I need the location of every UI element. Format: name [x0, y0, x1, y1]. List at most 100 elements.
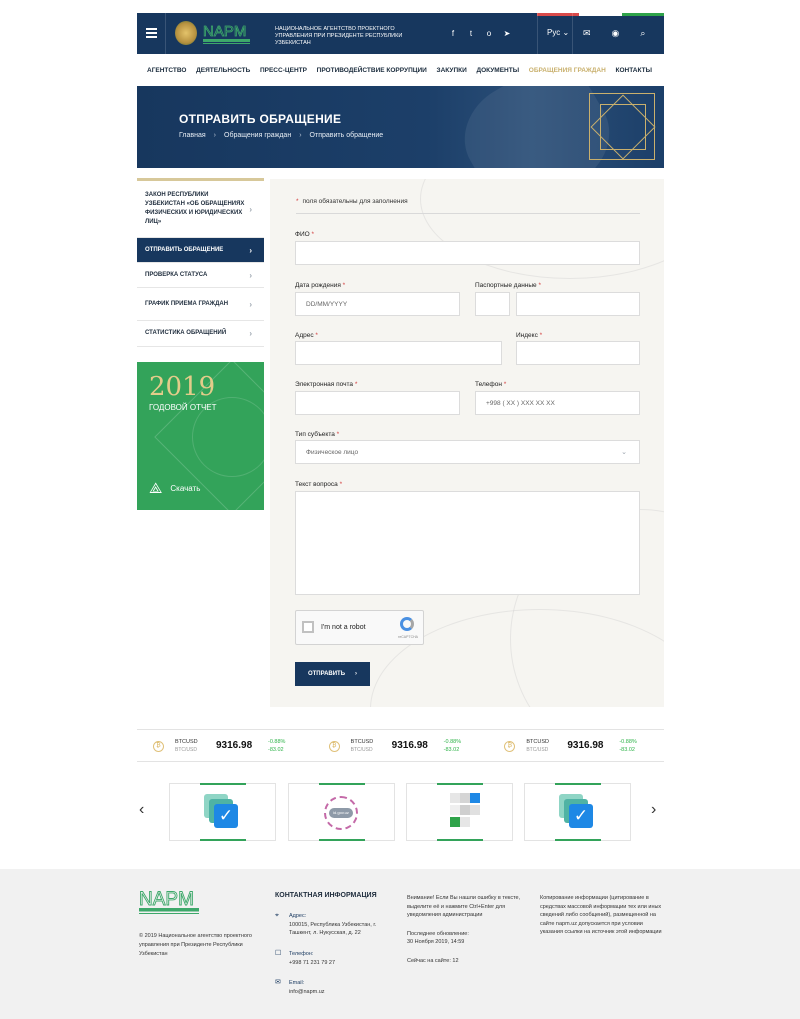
- contact-title: Контактная информация: [275, 892, 377, 899]
- chevron-right-icon: ›: [249, 299, 252, 309]
- org-name: Национальное агентство проектного управл…: [275, 26, 403, 46]
- header-bar: NAPM Национальное агентство проектного у…: [137, 13, 664, 54]
- address-value: 100015, Республика Узбекистан, г. Ташкен…: [289, 922, 377, 936]
- passport-number-field[interactable]: [516, 292, 640, 316]
- partners-carousel: ‹ ✓ id.gov.uz ✓ ›: [137, 783, 664, 841]
- page: NAPM Национальное агентство проектного у…: [0, 0, 800, 1019]
- email-field[interactable]: [295, 391, 460, 415]
- breadcrumb-home[interactable]: Главная: [179, 132, 206, 139]
- facebook-icon[interactable]: f: [449, 29, 457, 38]
- email-key: Email:: [289, 980, 305, 986]
- twitter-icon[interactable]: t: [467, 29, 475, 38]
- chevron-right-icon: ›: [249, 329, 252, 338]
- recaptcha-checkbox[interactable]: [302, 621, 314, 633]
- sidebar-item-label: График приема граждан: [145, 300, 229, 307]
- search-icon[interactable]: ⌕: [640, 28, 645, 39]
- nav-item-activity[interactable]: Деятельность: [196, 67, 250, 74]
- annual-report-banner[interactable]: 2019 Годовой отчет ⟁ Скачать: [137, 362, 264, 510]
- divider: [165, 13, 166, 54]
- nav-item-agency[interactable]: Агентство: [147, 67, 186, 74]
- birth-date-field[interactable]: DD/MM/YYYY: [295, 292, 460, 316]
- submit-label: Отправить: [307, 671, 346, 677]
- sidebar-item-label: Статистика обращений: [145, 330, 227, 336]
- sidebar: Закон Республики Узбекистан «Об обращени…: [137, 178, 264, 347]
- partner-card[interactable]: id.gov.uz: [288, 783, 395, 841]
- nav-item-appeals[interactable]: Обращения граждан: [529, 67, 606, 74]
- footer-napm-logo[interactable]: NAPM: [139, 888, 201, 916]
- ticker-item: ₿ BTCUSD BTC/USD 9316.98 -0.88% -83.02: [313, 730, 489, 761]
- bitcoin-icon: ₿: [153, 741, 164, 752]
- carousel-prev-icon[interactable]: ‹: [139, 801, 144, 819]
- email-value[interactable]: info@napm.uz: [289, 988, 399, 996]
- mosaic-logo-icon: [450, 793, 480, 829]
- nav-item-press[interactable]: Пресс-центр: [260, 67, 307, 74]
- nav-item-procurement[interactable]: Закупки: [437, 67, 467, 74]
- bitcoin-icon: ₿: [328, 741, 340, 752]
- partner-card[interactable]: ✓: [169, 783, 276, 841]
- header-icons: ✉ ◉ ⌕: [583, 28, 645, 39]
- index-field[interactable]: [516, 341, 640, 365]
- menu-icon[interactable]: [146, 28, 157, 38]
- breadcrumb-current: Отправить обращение: [309, 132, 384, 139]
- mail-icon: ✉: [275, 979, 281, 986]
- nav-item-documents[interactable]: Документы: [476, 67, 519, 74]
- ticker-price: 9316.98: [216, 740, 253, 751]
- address-label: Адрес *: [295, 332, 318, 339]
- required-note: * поля обязательны для заполнения: [296, 198, 408, 205]
- download-link[interactable]: ⟁ Скачать: [149, 480, 200, 497]
- sidebar-item-label: Проверка статуса: [145, 271, 208, 278]
- divider: [572, 13, 573, 54]
- fio-field[interactable]: [295, 241, 640, 265]
- document-check-icon: ✓: [204, 794, 244, 832]
- telegram-icon[interactable]: ➤: [503, 29, 511, 38]
- partner-card[interactable]: ✓: [524, 783, 631, 841]
- eye-icon[interactable]: ◉: [612, 28, 620, 39]
- ticker-price: 9316.98: [567, 740, 604, 751]
- ok-icon[interactable]: o: [485, 29, 493, 38]
- ticker-item: ₿ BTCUSD BTC/USD 9316.98 -0.88% -83.02: [488, 730, 664, 761]
- divider: [296, 213, 640, 214]
- nav-item-anticorruption[interactable]: Противодействие коррупции: [317, 67, 427, 74]
- footer-phone: ☐ Телефон: +998 71 231 79 27: [275, 950, 405, 970]
- language-label: Рус: [547, 28, 561, 37]
- address-field[interactable]: [295, 341, 502, 365]
- submit-button[interactable]: Отправить ›: [295, 662, 370, 686]
- error-notice: Внимание! Если Вы нашли ошибку в тексте,…: [407, 895, 521, 918]
- document-check-icon: ✓: [559, 794, 599, 832]
- birth-date-label: Дата рождения *: [295, 282, 346, 289]
- partner-card[interactable]: [406, 783, 513, 841]
- subject-type-select[interactable]: Физическое лицо ⌄: [295, 440, 640, 464]
- breadcrumb-appeals[interactable]: Обращения граждан: [224, 132, 291, 139]
- mail-icon[interactable]: ✉: [583, 28, 591, 39]
- sidebar-item-status[interactable]: Проверка статуса ›: [137, 263, 264, 288]
- page-hero: Отправить обращение Главная › Обращения …: [137, 86, 664, 168]
- sidebar-item-statistics[interactable]: Статистика обращений ›: [137, 321, 264, 347]
- sidebar-item-schedule[interactable]: График приема граждан ›: [137, 288, 264, 321]
- sidebar-item-send-appeal[interactable]: Отправить обращение ›: [137, 238, 264, 263]
- phone-field[interactable]: +998 ( XX ) XXX XX XX: [475, 391, 640, 415]
- footer: NAPM © 2019 Национальное агентство проек…: [0, 869, 800, 1019]
- carousel-next-icon[interactable]: ›: [651, 801, 656, 819]
- chevron-right-icon: ›: [249, 270, 252, 280]
- ticker-pair: BTCUSD: [526, 739, 549, 745]
- flag-stripes: [537, 13, 664, 16]
- breadcrumb-separator: ›: [213, 132, 216, 139]
- pdf-icon: ⟁: [149, 480, 163, 497]
- chevron-down-icon: ⌄: [621, 449, 627, 456]
- report-subtitle: Годовой отчет: [149, 403, 217, 412]
- nav-item-contacts[interactable]: Контакты: [616, 67, 652, 74]
- birth-date-placeholder: DD/MM/YYYY: [306, 300, 348, 308]
- footer-address: ⌖ Адрес: 100015, Республика Узбекистан, …: [275, 912, 405, 942]
- question-label: Текст вопроса *: [295, 481, 343, 488]
- napm-logo[interactable]: NAPM: [203, 22, 251, 46]
- breadcrumb: Главная › Обращения граждан › Отправить …: [179, 132, 383, 139]
- ticker-subpair: BTC/USD: [175, 747, 197, 753]
- crypto-ticker: ₿ BTCUSD BTC/USD 9316.98 -0.88% -83.02 ₿ …: [137, 729, 664, 762]
- language-select[interactable]: Рус ⌄: [547, 28, 569, 37]
- passport-series-field[interactable]: [475, 292, 510, 316]
- question-textarea[interactable]: [295, 491, 640, 595]
- ticker-item: ₿ BTCUSD BTC/USD 9316.98 -0.88% -83.02: [137, 730, 313, 761]
- svg-text:NAPM: NAPM: [203, 23, 246, 40]
- sidebar-item-law[interactable]: Закон Республики Узбекистан «Об обращени…: [137, 181, 264, 238]
- report-year: 2019: [149, 372, 216, 402]
